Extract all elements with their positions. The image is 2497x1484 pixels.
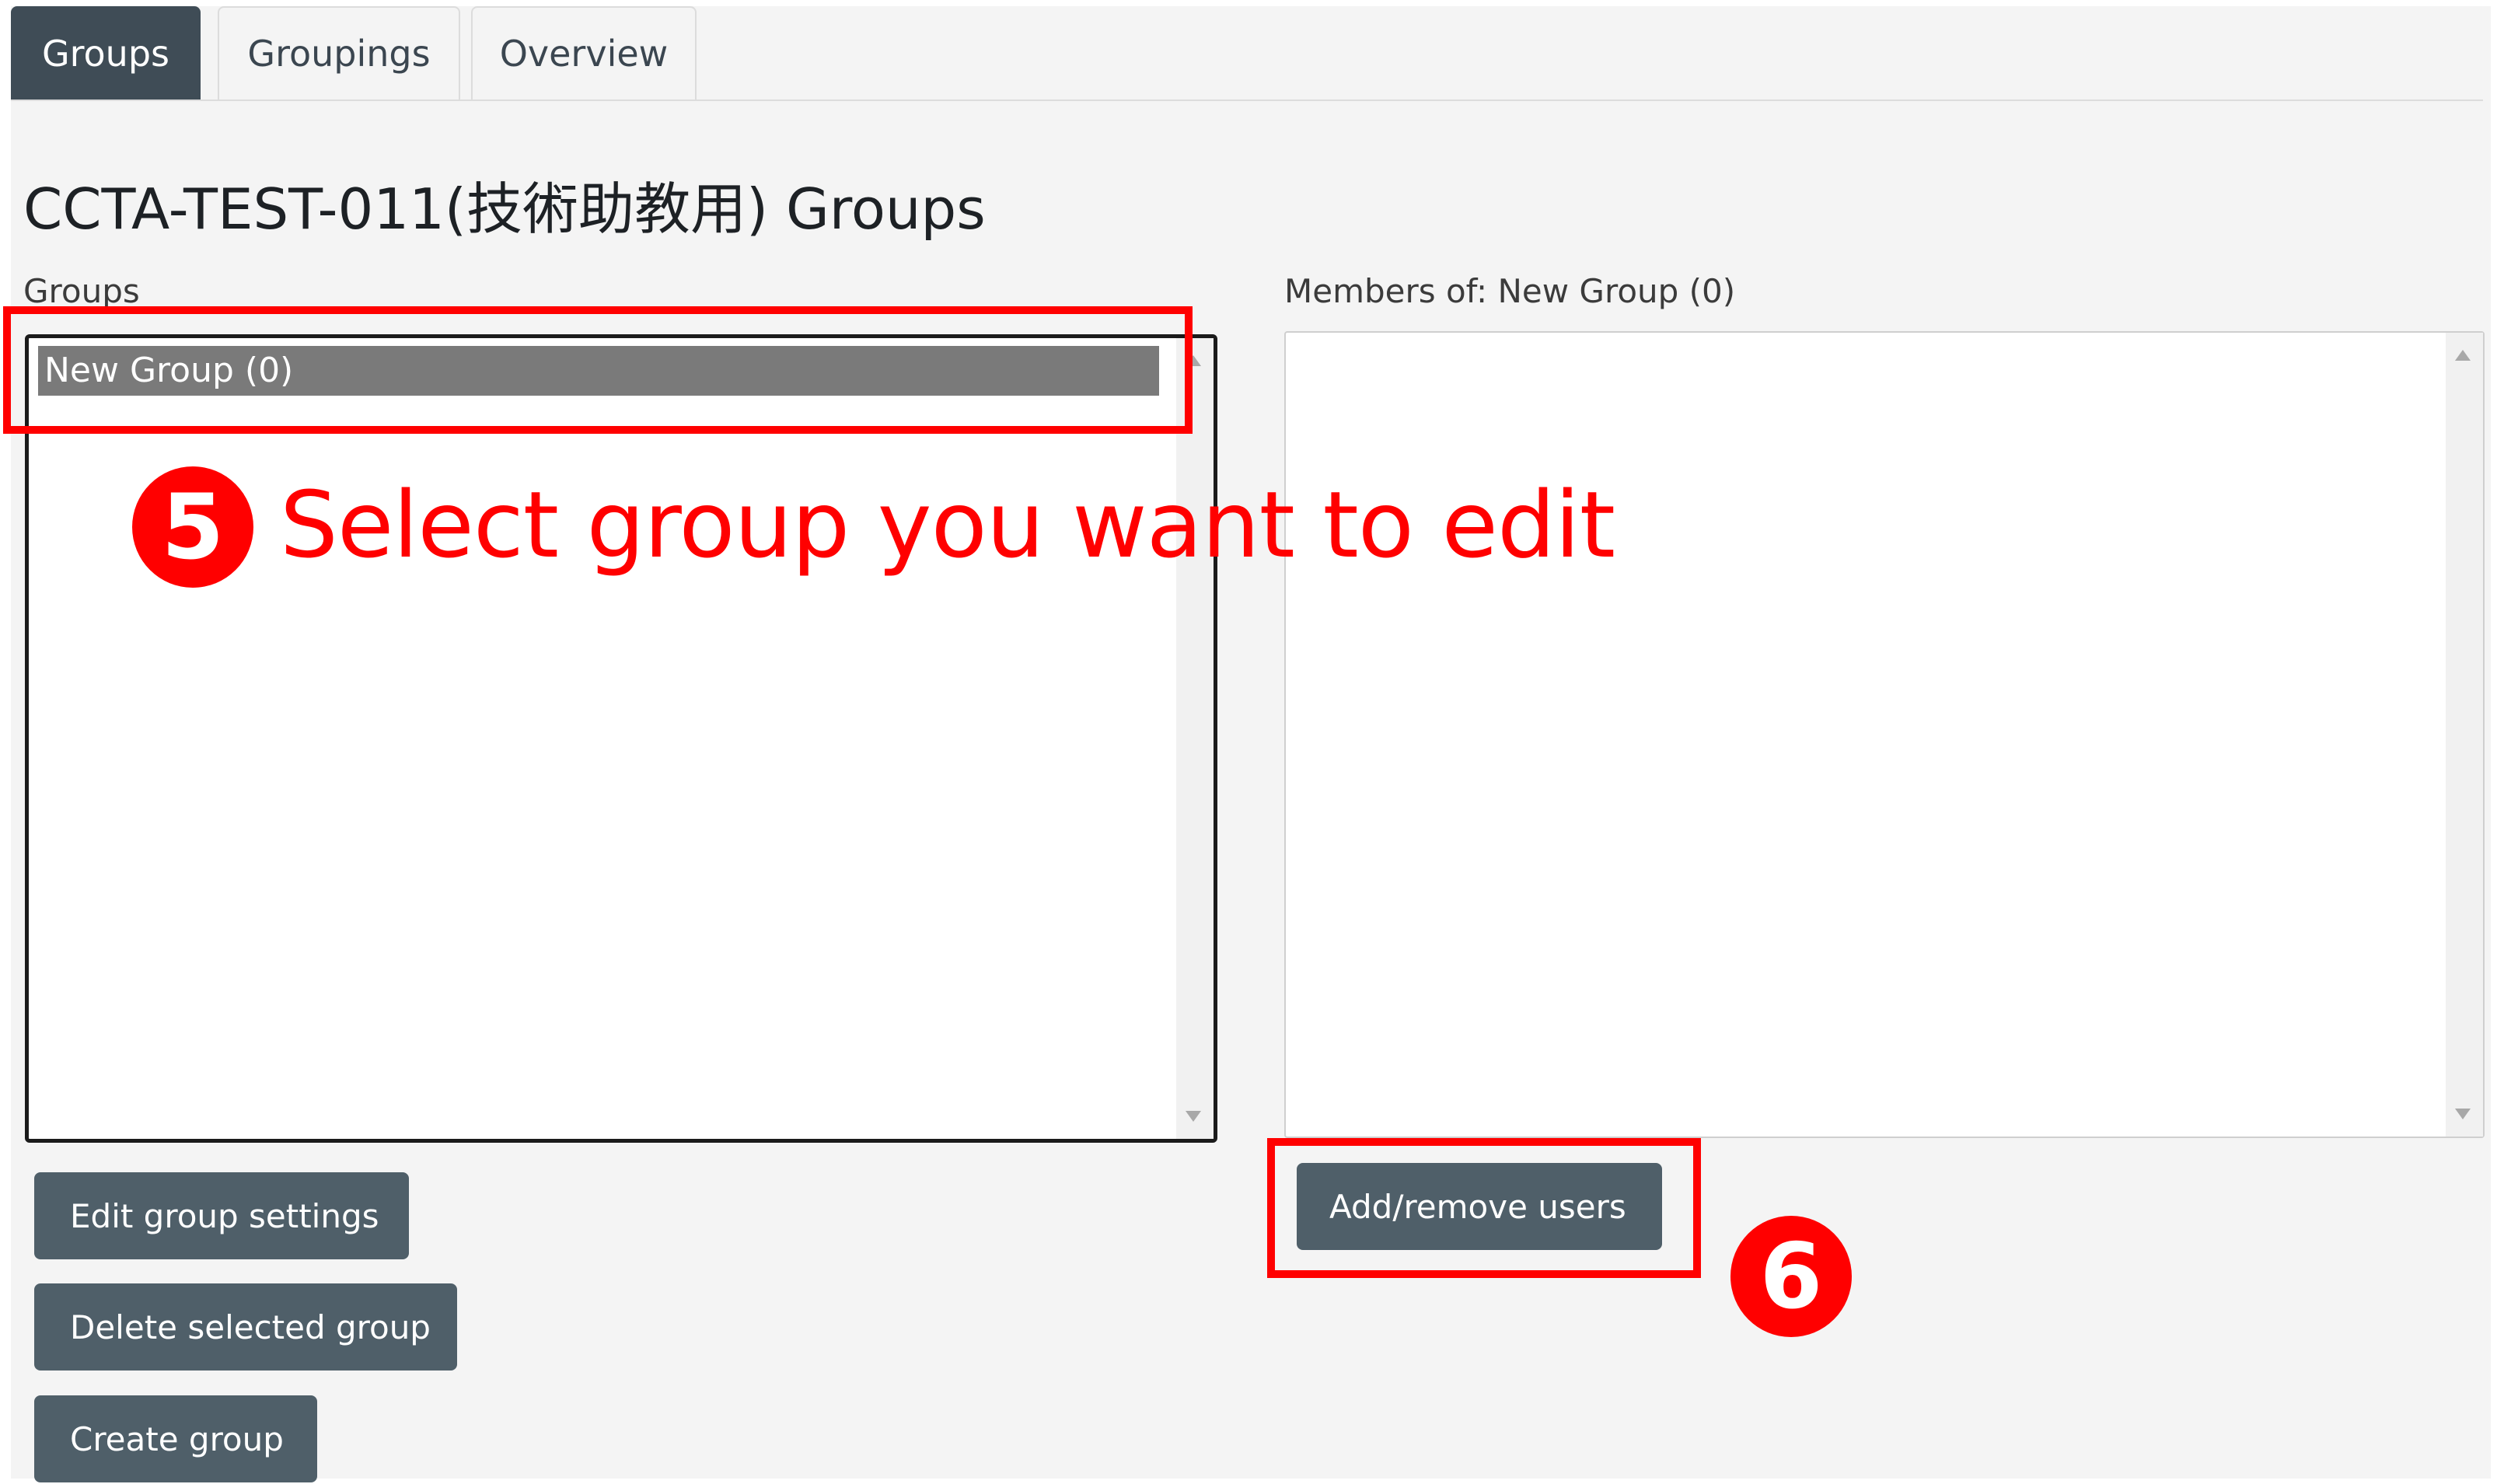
page-title: CCTA-TEST-011(技術助教用) Groups — [23, 176, 986, 242]
step-6-badge: 6 — [1730, 1216, 1852, 1337]
groups-label: Groups — [23, 272, 140, 310]
delete-selected-group-button[interactable]: Delete selected group — [34, 1283, 457, 1371]
members-label: Members of: New Group (0) — [1284, 272, 1736, 310]
tab-groups[interactable]: Groups — [11, 6, 201, 100]
groups-scrollbar[interactable] — [1176, 338, 1214, 1139]
tab-bar: Groups Groupings Overview — [11, 6, 2483, 101]
members-scrollbar[interactable] — [2446, 333, 2483, 1137]
groups-select[interactable]: New Group (0) — [25, 334, 1217, 1143]
step-5-badge: 5 — [132, 466, 253, 588]
create-group-button[interactable]: Create group — [34, 1395, 317, 1482]
tab-groupings[interactable]: Groupings — [218, 6, 460, 100]
annotation-highlight-add-remove-users — [1267, 1138, 1701, 1278]
tab-bar-divider — [11, 100, 2483, 101]
annotation-highlight-group-option — [3, 306, 1193, 434]
members-select[interactable] — [1284, 331, 2485, 1138]
scroll-down-icon[interactable] — [1186, 1111, 1201, 1122]
edit-group-settings-button[interactable]: Edit group settings — [34, 1172, 409, 1259]
step-5-instruction: Select group you want to edit — [280, 471, 1615, 578]
scroll-down-icon[interactable] — [2455, 1109, 2471, 1119]
tab-overview[interactable]: Overview — [471, 6, 697, 100]
scroll-up-icon[interactable] — [2455, 350, 2471, 361]
